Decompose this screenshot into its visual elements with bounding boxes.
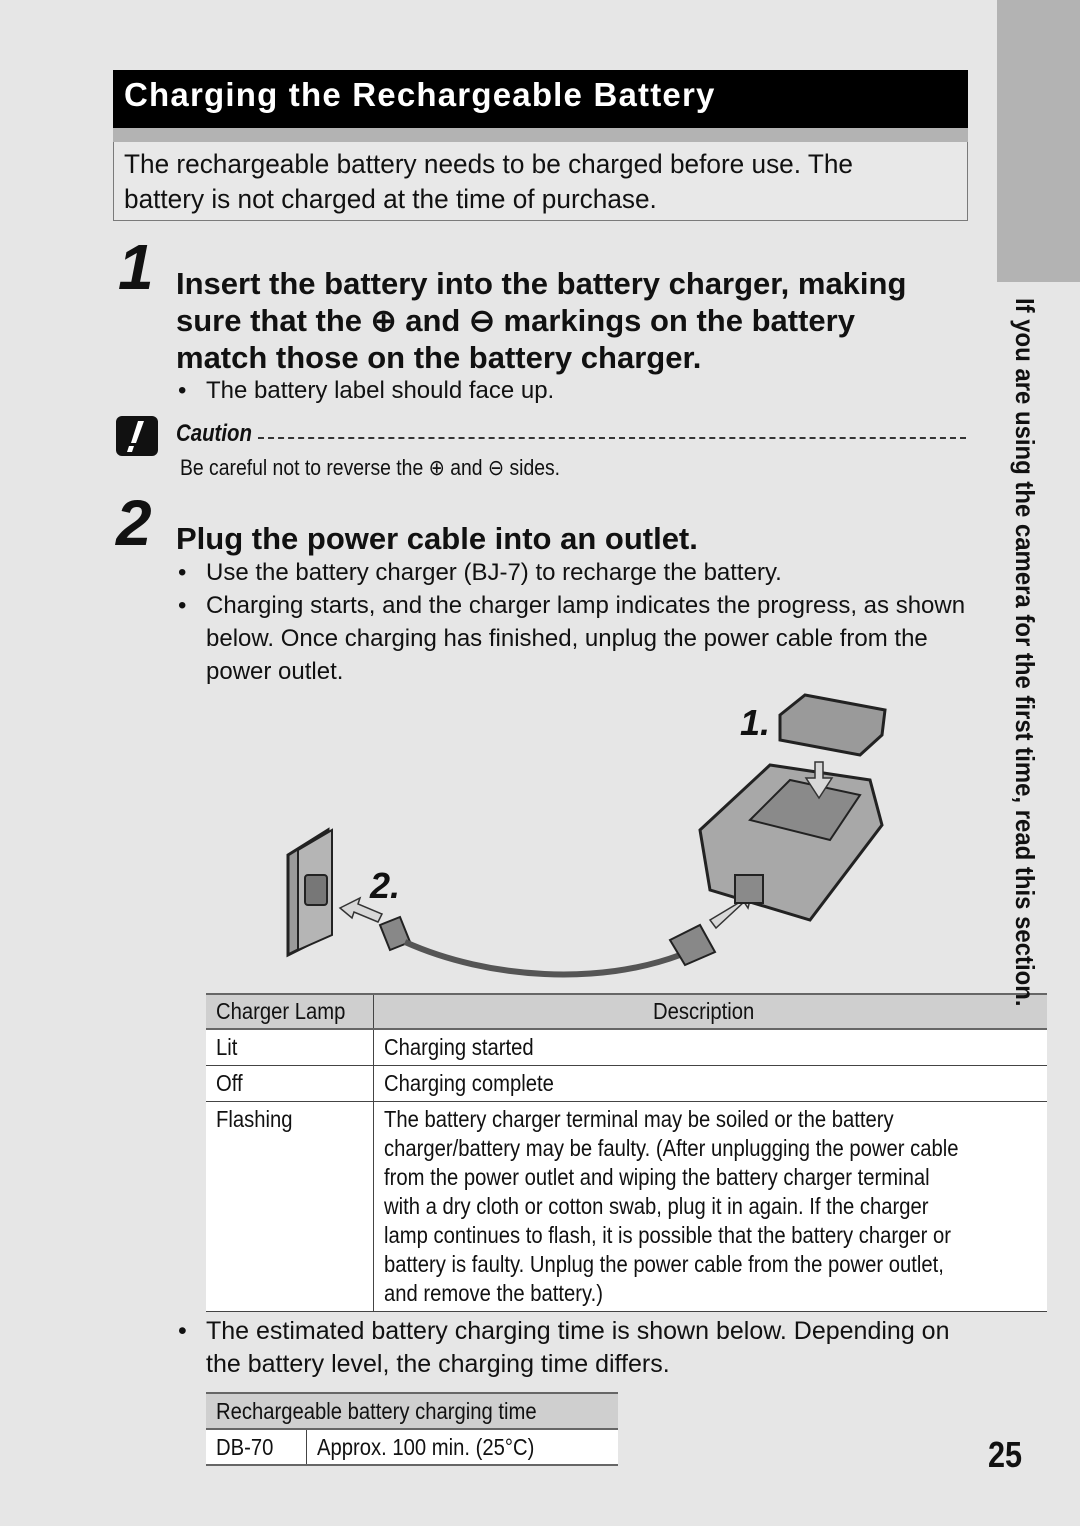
table-row: Flashing The battery charger terminal ma…	[206, 1101, 1047, 1312]
bullet-dot: •	[178, 1317, 187, 1345]
table-row: Off Charging complete	[206, 1065, 1047, 1102]
table-header-row: Rechargeable battery charging time	[206, 1392, 618, 1430]
description-cell: The battery charger terminal may be soil…	[373, 1101, 1047, 1312]
side-tab	[997, 0, 1080, 282]
side-tab-text: If you are using the camera for the firs…	[1010, 298, 1040, 1007]
step-1-number: 1	[118, 231, 154, 303]
lamp-cell: Flashing	[206, 1101, 375, 1312]
step-1-heading-line: match those on the battery charger.	[176, 340, 702, 375]
caution-icon	[116, 416, 158, 456]
table-header-row: Charger Lamp Description	[206, 993, 1047, 1030]
charger-lamp-table: Charger Lamp Description Lit Charging st…	[206, 993, 1047, 1312]
bullet-dot: •	[178, 559, 187, 586]
illustration-label-1: 1.	[740, 702, 770, 743]
step-2-bullet: • Charging starts, and the charger lamp i…	[178, 589, 971, 688]
wall-outlet-icon	[286, 827, 333, 958]
step-1-heading: Insert the battery into the battery char…	[176, 265, 906, 376]
column-header: Rechargeable battery charging time	[206, 1392, 618, 1430]
step-1-bullet: • The battery label should face up.	[178, 374, 554, 407]
table-row: Lit Charging started	[206, 1029, 1047, 1066]
lamp-cell: Lit	[206, 1029, 375, 1066]
illustration-label-2: 2.	[369, 865, 400, 906]
step-2-heading: Plug the power cable into an outlet.	[176, 521, 698, 556]
time-cell: Approx. 100 min. (25°C)	[306, 1429, 618, 1466]
power-cable	[403, 939, 682, 978]
charging-time-note: • The estimated battery charging time is …	[178, 1317, 950, 1378]
table-row: DB-70 Approx. 100 min. (25°C)	[206, 1429, 618, 1466]
lamp-cell: Off	[206, 1065, 375, 1102]
description-cell: Charging complete	[373, 1065, 1047, 1102]
step-2-bullet: • Use the battery charger (BJ-7) to recha…	[178, 556, 782, 589]
page-number: 25	[988, 1434, 1023, 1475]
caution-label: Caution	[176, 420, 252, 447]
step-2-number: 2	[116, 487, 152, 559]
column-header: Charger Lamp	[206, 993, 375, 1030]
intro-text: The rechargeable battery needs to be cha…	[124, 149, 853, 214]
charger-illustration: 2. 1.	[286, 693, 887, 978]
description-cell: Charging started	[373, 1029, 1047, 1066]
caution-text: Be careful not to reverse the ⊕ and ⊖ si…	[180, 455, 561, 480]
model-cell: DB-70	[206, 1429, 307, 1466]
charging-time-table: Rechargeable battery charging time DB-70…	[206, 1392, 618, 1466]
battery-icon	[778, 693, 887, 757]
step-1-heading-line: Insert the battery into the battery char…	[176, 266, 907, 301]
caution-divider	[258, 437, 966, 439]
title-underline	[113, 128, 968, 142]
column-header: Description	[373, 993, 1047, 1030]
section-title: Charging the Rechargeable Battery	[124, 76, 716, 113]
bullet-dot: •	[178, 592, 187, 619]
step-1-heading-line: sure that the ⊕ and ⊖ markings on the ba…	[176, 303, 855, 338]
battery-charger-icon	[698, 763, 884, 922]
bullet-dot: •	[178, 377, 187, 404]
